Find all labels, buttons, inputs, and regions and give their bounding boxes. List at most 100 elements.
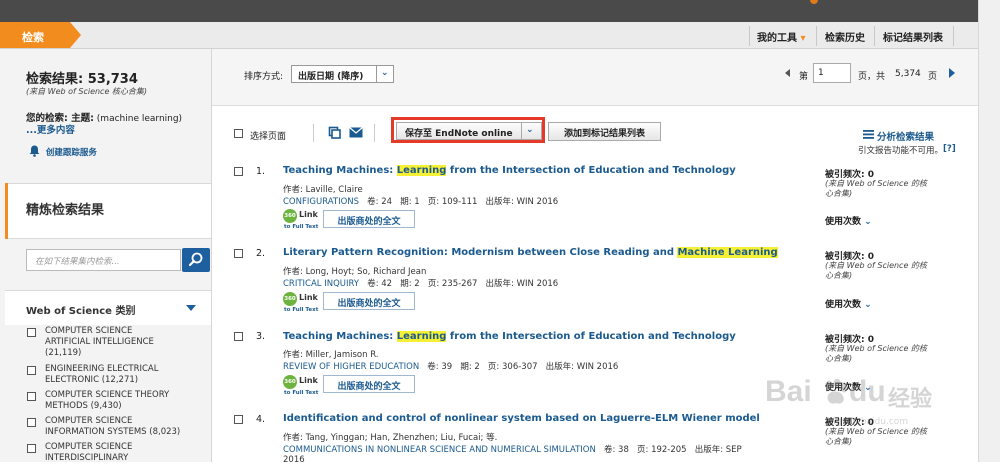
refine-title: 精炼检索结果: [26, 203, 105, 218]
cited-source-note: (来自 Web of Science 的核 心合集): [825, 179, 927, 198]
result-title-link[interactable]: Teaching Machines: Learning from the Int…: [283, 165, 736, 176]
chevron-down-icon: ▾: [800, 33, 806, 44]
result-authors: 作者: Tang, Yinggan; Han, Zhenzhen; Liu, F…: [283, 433, 498, 443]
prev-page-icon[interactable]: [785, 69, 790, 77]
page-number-input[interactable]: 1: [813, 63, 851, 83]
link360-button[interactable]: 360 Link to Full Text: [283, 375, 321, 396]
nav-separator: [816, 26, 817, 46]
bell-icon: [29, 145, 40, 157]
chevron-down-icon: ⌄: [381, 68, 389, 78]
my-tools-menu[interactable]: 我的工具 ▾: [757, 29, 806, 44]
analyze-icon: [863, 130, 874, 139]
result-source: CRITICAL INQUIRY 卷: 42 期: 2 页: 235-267 出…: [283, 279, 559, 289]
marked-list-link[interactable]: 标记结果列表: [883, 29, 943, 44]
link360-icon: 360: [283, 209, 297, 223]
sort-label: 排序方式:: [244, 72, 284, 82]
highlight-annotation-box: [391, 117, 545, 143]
category-item: COMPUTER SCIENCE THEORY METHODS (9,430): [45, 390, 170, 411]
watermark-brand: Bai: [765, 375, 812, 408]
refine-search-input[interactable]: 在如下结果集内检索...: [26, 249, 181, 271]
usage-count-toggle[interactable]: 使用次数 ⌄: [825, 214, 872, 227]
result-source: COMMUNICATIONS IN NONLINEAR SCIENCE AND …: [283, 445, 742, 455]
result-number: 3.: [256, 331, 266, 342]
search-tab-arrow: [70, 22, 81, 48]
result-number: 1.: [256, 166, 266, 177]
source-link[interactable]: CONFIGURATIONS: [283, 197, 359, 207]
result-checkbox[interactable]: [234, 167, 243, 176]
search-tab-label[interactable]: 检索: [22, 29, 44, 45]
nav-separator: [749, 26, 750, 46]
help-link[interactable]: [?]: [943, 144, 956, 154]
full-text-button[interactable]: 出版商处的全文: [323, 292, 415, 310]
link360-button[interactable]: 360 Link to Full Text: [283, 292, 321, 313]
scrollbar[interactable]: [978, 0, 1000, 462]
refine-accent-bar: [5, 183, 8, 239]
category-checkbox[interactable]: [27, 392, 36, 401]
create-alert-link[interactable]: 创建跟踪服务: [29, 145, 97, 160]
link360-text: Link: [299, 210, 318, 219]
total-pages: 5,374: [895, 69, 921, 79]
baidu-watermark-logo: Bai du 经验 jingyan.baidu.com: [765, 375, 945, 450]
usage-count-toggle[interactable]: 使用次数 ⌄: [825, 297, 872, 310]
add-to-marked-list-button[interactable]: 添加到标记结果列表: [548, 122, 661, 141]
refine-search-button[interactable]: [182, 248, 210, 272]
link360-text: Link: [299, 376, 318, 385]
result-title-link[interactable]: Literary Pattern Recognition: Modernism …: [283, 247, 778, 258]
category-item: COMPUTER SCIENCE ARTIFICIAL INTELLIGENCE(…: [45, 326, 154, 358]
cited-source-note: (来自 Web of Science 的核 心合集): [825, 261, 927, 280]
category-item: ENGINEERING ELECTRICAL ELECTRONIC (12,271…: [45, 364, 159, 385]
next-page-icon[interactable]: [949, 68, 955, 78]
result-authors: 作者: Laville, Claire: [283, 185, 363, 195]
citation-report-note: 引文报告功能不可用。: [858, 146, 944, 156]
category-checkbox[interactable]: [27, 418, 36, 427]
select-page-checkbox[interactable]: [234, 129, 243, 138]
source-link[interactable]: REVIEW OF HIGHER EDUCATION: [283, 362, 419, 372]
result-title-link[interactable]: Teaching Machines: Learning from the Int…: [283, 331, 736, 342]
page-suffix: 页，共: [858, 72, 886, 82]
create-alert-label[interactable]: 创建跟踪服务: [46, 148, 97, 158]
category-title: Web of Science 类别: [26, 306, 136, 317]
more-content-link[interactable]: ...更多内容: [26, 122, 75, 136]
cited-source-note: (来自 Web of Science 的核 心合集): [825, 344, 927, 363]
sort-select[interactable]: 出版日期 (降序) ⌄: [291, 65, 394, 83]
result-source: CONFIGURATIONS 卷: 24 期: 1 页: 109-111 出版年…: [283, 197, 559, 207]
collapse-triangle-icon[interactable]: [186, 305, 196, 311]
nav-separator: [874, 26, 875, 46]
search-icon: [188, 252, 203, 267]
chevron-down-icon: ⌄: [864, 300, 872, 310]
result-year-continued: 2016: [283, 455, 305, 465]
search-history-link[interactable]: 检索历史: [825, 29, 865, 44]
nav-separator: [953, 26, 954, 46]
paw-icon: [825, 379, 848, 404]
top-banner: [0, 0, 978, 22]
email-icon[interactable]: [349, 127, 363, 138]
source-link[interactable]: CRITICAL INQUIRY: [283, 279, 359, 289]
full-text-button[interactable]: 出版商处的全文: [323, 375, 415, 393]
category-item: COMPUTER SCIENCE INTERDISCIPLINARY: [45, 442, 133, 463]
source-link[interactable]: COMMUNICATIONS IN NONLINEAR SCIENCE AND …: [283, 445, 596, 455]
result-checkbox[interactable]: [234, 415, 243, 424]
result-source-note: (来自 Web of Science 核心合集): [26, 87, 148, 96]
print-icon[interactable]: [328, 126, 341, 139]
result-source: REVIEW OF HIGHER EDUCATION 卷: 39 期: 2 页:…: [283, 362, 619, 372]
full-text-button[interactable]: 出版商处的全文: [323, 210, 415, 228]
result-title-link[interactable]: Identification and control of nonlinear …: [283, 413, 760, 424]
link360-button[interactable]: 360 Link to Full Text: [283, 209, 321, 230]
watermark-brand-2: du: [849, 375, 886, 408]
link360-text: Link: [299, 293, 318, 302]
link360-subtext: to Full Text: [284, 390, 319, 396]
category-item: COMPUTER SCIENCE INFORMATION SYSTEMS (8,0…: [45, 416, 181, 437]
result-authors: 作者: Miller, Jamison R.: [283, 350, 379, 360]
chevron-down-icon: ⌄: [864, 217, 872, 227]
sort-selected: 出版日期 (降序): [298, 72, 364, 82]
result-checkbox[interactable]: [234, 249, 243, 258]
link360-icon: 360: [283, 375, 297, 389]
result-number: 2.: [256, 248, 266, 259]
result-number: 4.: [256, 414, 266, 425]
result-checkbox[interactable]: [234, 332, 243, 341]
category-checkbox[interactable]: [27, 366, 36, 375]
category-checkbox[interactable]: [27, 444, 36, 453]
category-checkbox[interactable]: [27, 328, 36, 337]
result-authors: 作者: Long, Hoyt; So, Richard Jean: [283, 267, 427, 277]
analyze-results-link[interactable]: 分析检索结果: [877, 129, 934, 143]
